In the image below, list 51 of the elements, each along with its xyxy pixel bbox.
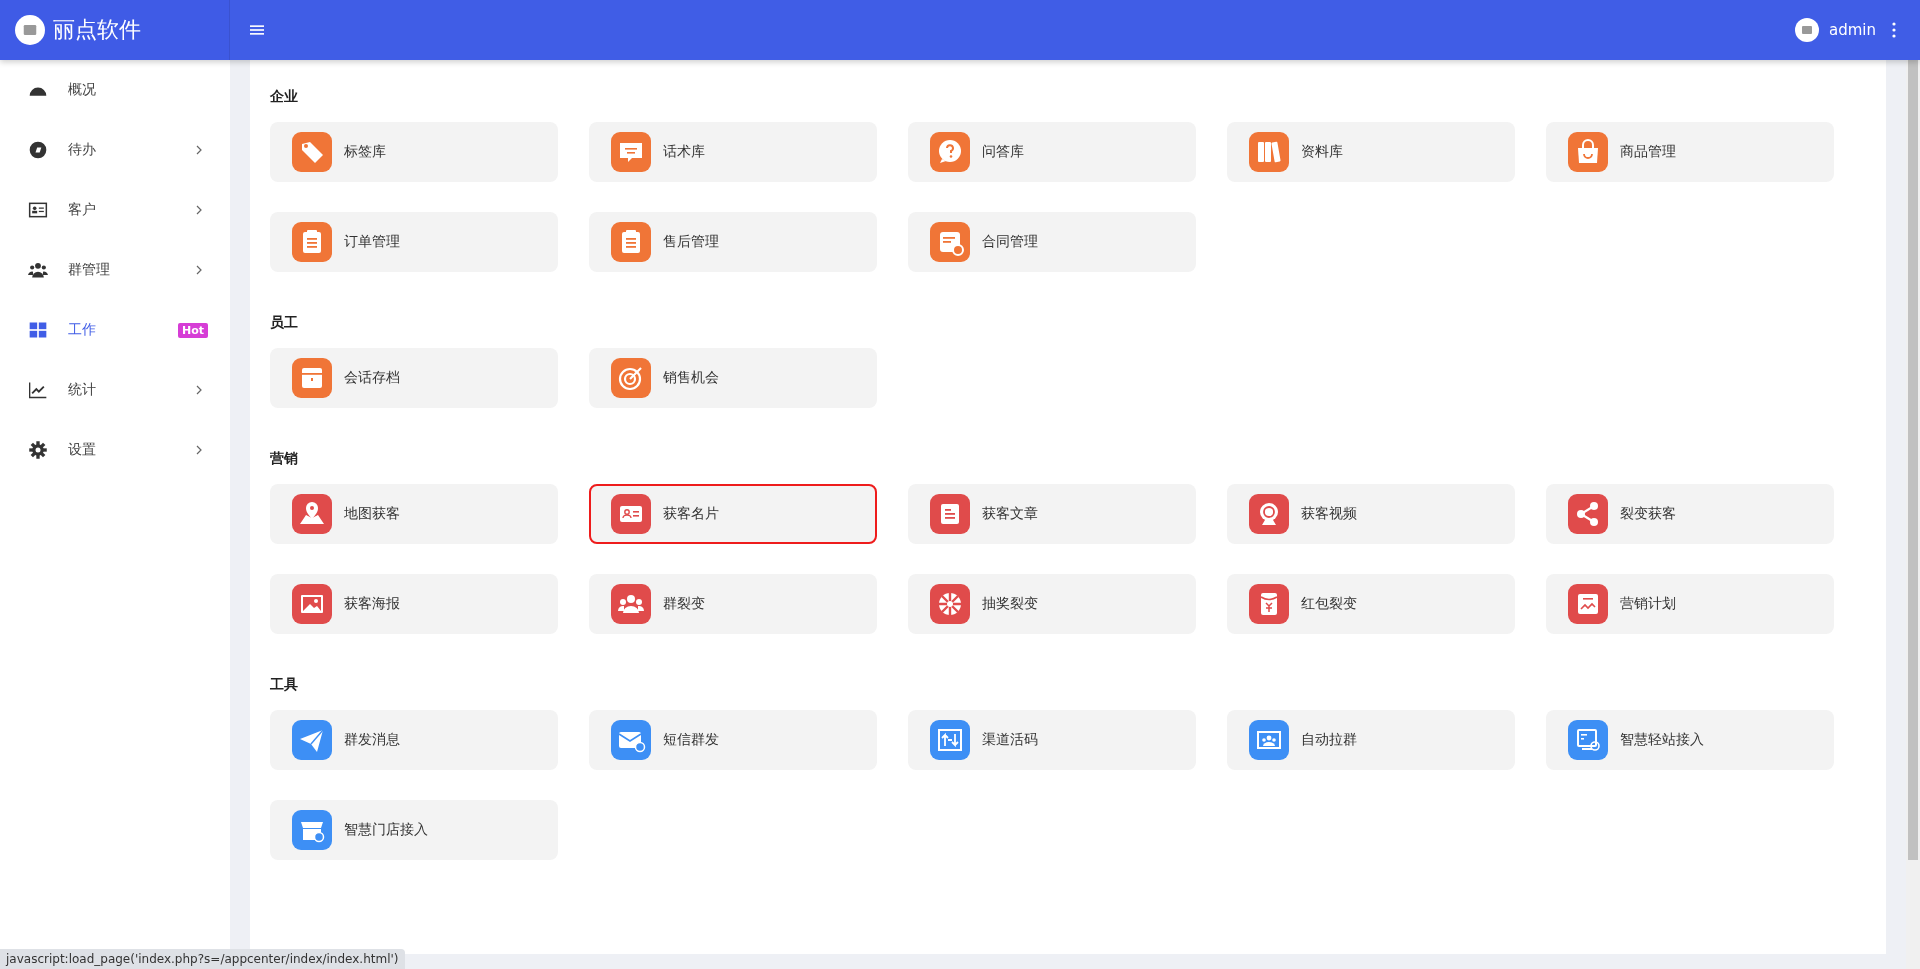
sidebar-item[interactable]: 群管理 bbox=[0, 240, 230, 300]
sidebar-item[interactable]: 统计 bbox=[0, 360, 230, 420]
app-card[interactable]: 抽奖裂变 bbox=[908, 574, 1196, 634]
app-card[interactable]: 标签库 bbox=[270, 122, 558, 182]
line-chart-icon bbox=[28, 380, 48, 400]
app-card[interactable]: 自动拉群 bbox=[1227, 710, 1515, 770]
sidebar-item[interactable]: 设置 bbox=[0, 420, 230, 480]
hot-badge: Hot bbox=[177, 322, 208, 338]
app-card[interactable]: 短信群发 bbox=[589, 710, 877, 770]
app-card[interactable]: 合同管理 bbox=[908, 212, 1196, 272]
app-card[interactable]: 地图获客 bbox=[270, 484, 558, 544]
app-card[interactable]: 裂变获客 bbox=[1546, 484, 1834, 544]
app-card[interactable]: 营销计划 bbox=[1546, 574, 1834, 634]
status-bar-url: javascript:load_page('index.php?s=/appcenter/index/index.html') bbox=[0, 949, 405, 969]
app-card[interactable]: 销售机会 bbox=[589, 348, 877, 408]
app-card[interactable]: 群裂变 bbox=[589, 574, 877, 634]
app-card[interactable]: 问答库 bbox=[908, 122, 1196, 182]
app-card[interactable]: 智慧轻站接入 bbox=[1546, 710, 1834, 770]
app-card[interactable]: 资料库 bbox=[1227, 122, 1515, 182]
app-card[interactable]: 获客视频 bbox=[1227, 484, 1515, 544]
app-card[interactable]: 会话存档 bbox=[270, 348, 558, 408]
people-icon bbox=[28, 260, 48, 280]
brand-name: 丽点软件 bbox=[53, 16, 141, 44]
app-card[interactable]: 渠道活码 bbox=[908, 710, 1196, 770]
more-icon[interactable] bbox=[1892, 22, 1896, 38]
app-card[interactable]: 话术库 bbox=[589, 122, 877, 182]
section-title: 营销 bbox=[270, 450, 299, 468]
sidebar-item[interactable]: 待办 bbox=[0, 120, 230, 180]
app-card[interactable]: 获客文章 bbox=[908, 484, 1196, 544]
app-card[interactable]: 商品管理 bbox=[1546, 122, 1834, 182]
sidebar-item[interactable]: 客户 bbox=[0, 180, 230, 240]
settings-icon bbox=[28, 440, 48, 460]
avatar-icon[interactable] bbox=[1795, 18, 1819, 42]
app-card[interactable]: 获客名片 bbox=[589, 484, 877, 544]
app-card[interactable]: 订单管理 bbox=[270, 212, 558, 272]
sidebar-item[interactable]: 概况 bbox=[0, 60, 230, 120]
id-card-icon bbox=[28, 200, 48, 220]
menu-icon[interactable] bbox=[250, 24, 264, 36]
section-title: 企业 bbox=[270, 88, 299, 106]
logo-icon bbox=[15, 15, 45, 45]
app-card[interactable]: 售后管理 bbox=[589, 212, 877, 272]
section-title: 工具 bbox=[270, 676, 299, 694]
app-card[interactable]: 获客海报 bbox=[270, 574, 558, 634]
app-card[interactable]: 红包裂变 bbox=[1227, 574, 1515, 634]
compass-icon bbox=[28, 140, 48, 160]
app-card[interactable]: 智慧门店接入 bbox=[270, 800, 558, 860]
grid-icon bbox=[28, 320, 48, 340]
user-name[interactable]: admin bbox=[1829, 21, 1876, 39]
section-title: 员工 bbox=[270, 314, 299, 332]
app-card[interactable]: 群发消息 bbox=[270, 710, 558, 770]
sidebar-item[interactable]: 工作 Hot bbox=[0, 300, 230, 360]
